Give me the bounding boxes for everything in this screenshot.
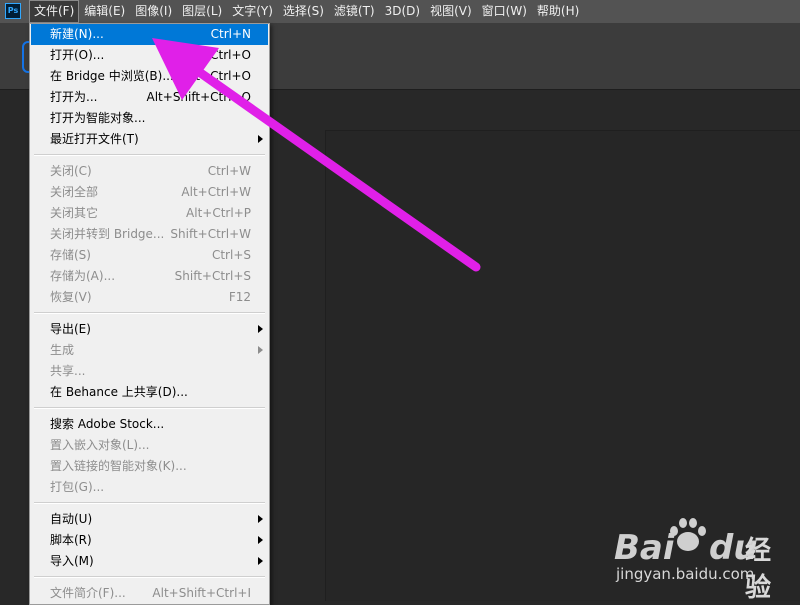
submenu-arrow-icon [258,557,263,565]
menu-item-close-all[interactable]: 关闭全部 Alt+Ctrl+W [31,182,268,203]
menu-type[interactable]: 文字(Y) [227,0,278,23]
menu-select[interactable]: 选择(S) [278,0,329,23]
submenu-arrow-icon [258,536,263,544]
submenu-arrow-icon [258,325,263,333]
menu-filter[interactable]: 滤镜(T) [329,0,380,23]
menu-item-place-embedded[interactable]: 置入嵌入对象(L)... [31,435,268,456]
baidu-jingyan-watermark: Bai du 经验 jingyan.baidu.com [614,510,794,603]
menu-image[interactable]: 图像(I) [130,0,177,23]
menu-item-close-others[interactable]: 关闭其它 Alt+Ctrl+P [31,203,268,224]
file-menu-dropdown: 新建(N)... Ctrl+N 打开(O)... Ctrl+O 在 Bridge 中… [29,23,270,605]
photoshop-logo-icon: Ps [5,3,21,19]
menu-view[interactable]: 视图(V) [425,0,477,23]
menu-item-save[interactable]: 存储(S) Ctrl+S [31,245,268,266]
menu-bar: Ps 文件(F) 编辑(E) 图像(I) 图层(L) 文字(Y) 选择(S) 滤… [0,0,800,23]
menu-file[interactable]: 文件(F) [29,0,80,23]
menu-item-place-linked[interactable]: 置入链接的智能对象(K)... [31,456,268,477]
menu-item-open-as-smart-object[interactable]: 打开为智能对象... [31,108,268,129]
menu-items: 文件(F) 编辑(E) 图像(I) 图层(L) 文字(Y) 选择(S) 滤镜(T… [29,0,584,23]
menu-separator [34,154,265,156]
menu-item-open-recent[interactable]: 最近打开文件(T) [31,129,268,150]
menu-item-share[interactable]: 共享... [31,361,268,382]
menu-window[interactable]: 窗口(W) [477,0,532,23]
menu-separator [34,576,265,578]
menu-item-import[interactable]: 导入(M) [31,551,268,572]
menu-item-close-and-go-to-bridge[interactable]: 关闭并转到 Bridge... Shift+Ctrl+W [31,224,268,245]
menu-separator [34,502,265,504]
menu-item-share-on-behance[interactable]: 在 Behance 上共享(D)... [31,382,268,403]
menu-item-package[interactable]: 打包(G)... [31,477,268,498]
menu-separator [34,312,265,314]
menu-item-scripts[interactable]: 脚本(R) [31,530,268,551]
paw-icon [666,516,708,552]
menu-item-open[interactable]: 打开(O)... Ctrl+O [31,45,268,66]
menu-item-new[interactable]: 新建(N)... Ctrl+N [31,24,268,45]
submenu-arrow-icon [258,515,263,523]
menu-item-save-as[interactable]: 存储为(A)... Shift+Ctrl+S [31,266,268,287]
menu-separator [34,407,265,409]
menu-item-revert[interactable]: 恢复(V) F12 [31,287,268,308]
menu-help[interactable]: 帮助(H) [532,0,584,23]
menu-edit[interactable]: 编辑(E) [79,0,130,23]
submenu-arrow-icon [258,135,263,143]
submenu-arrow-icon [258,346,263,354]
menu-layer[interactable]: 图层(L) [177,0,227,23]
menu-item-search-adobe-stock[interactable]: 搜索 Adobe Stock... [31,414,268,435]
menu-3d[interactable]: 3D(D) [380,0,425,23]
menu-item-open-as[interactable]: 打开为... Alt+Shift+Ctrl+O [31,87,268,108]
menu-item-browse-in-bridge[interactable]: 在 Bridge 中浏览(B)... Alt+Ctrl+O [31,66,268,87]
menu-item-generate[interactable]: 生成 [31,340,268,361]
menu-item-close[interactable]: 关闭(C) Ctrl+W [31,161,268,182]
menu-item-automate[interactable]: 自动(U) [31,509,268,530]
menu-item-file-info[interactable]: 文件简介(F)... Alt+Shift+Ctrl+I [31,583,268,604]
menu-item-export[interactable]: 导出(E) [31,319,268,340]
